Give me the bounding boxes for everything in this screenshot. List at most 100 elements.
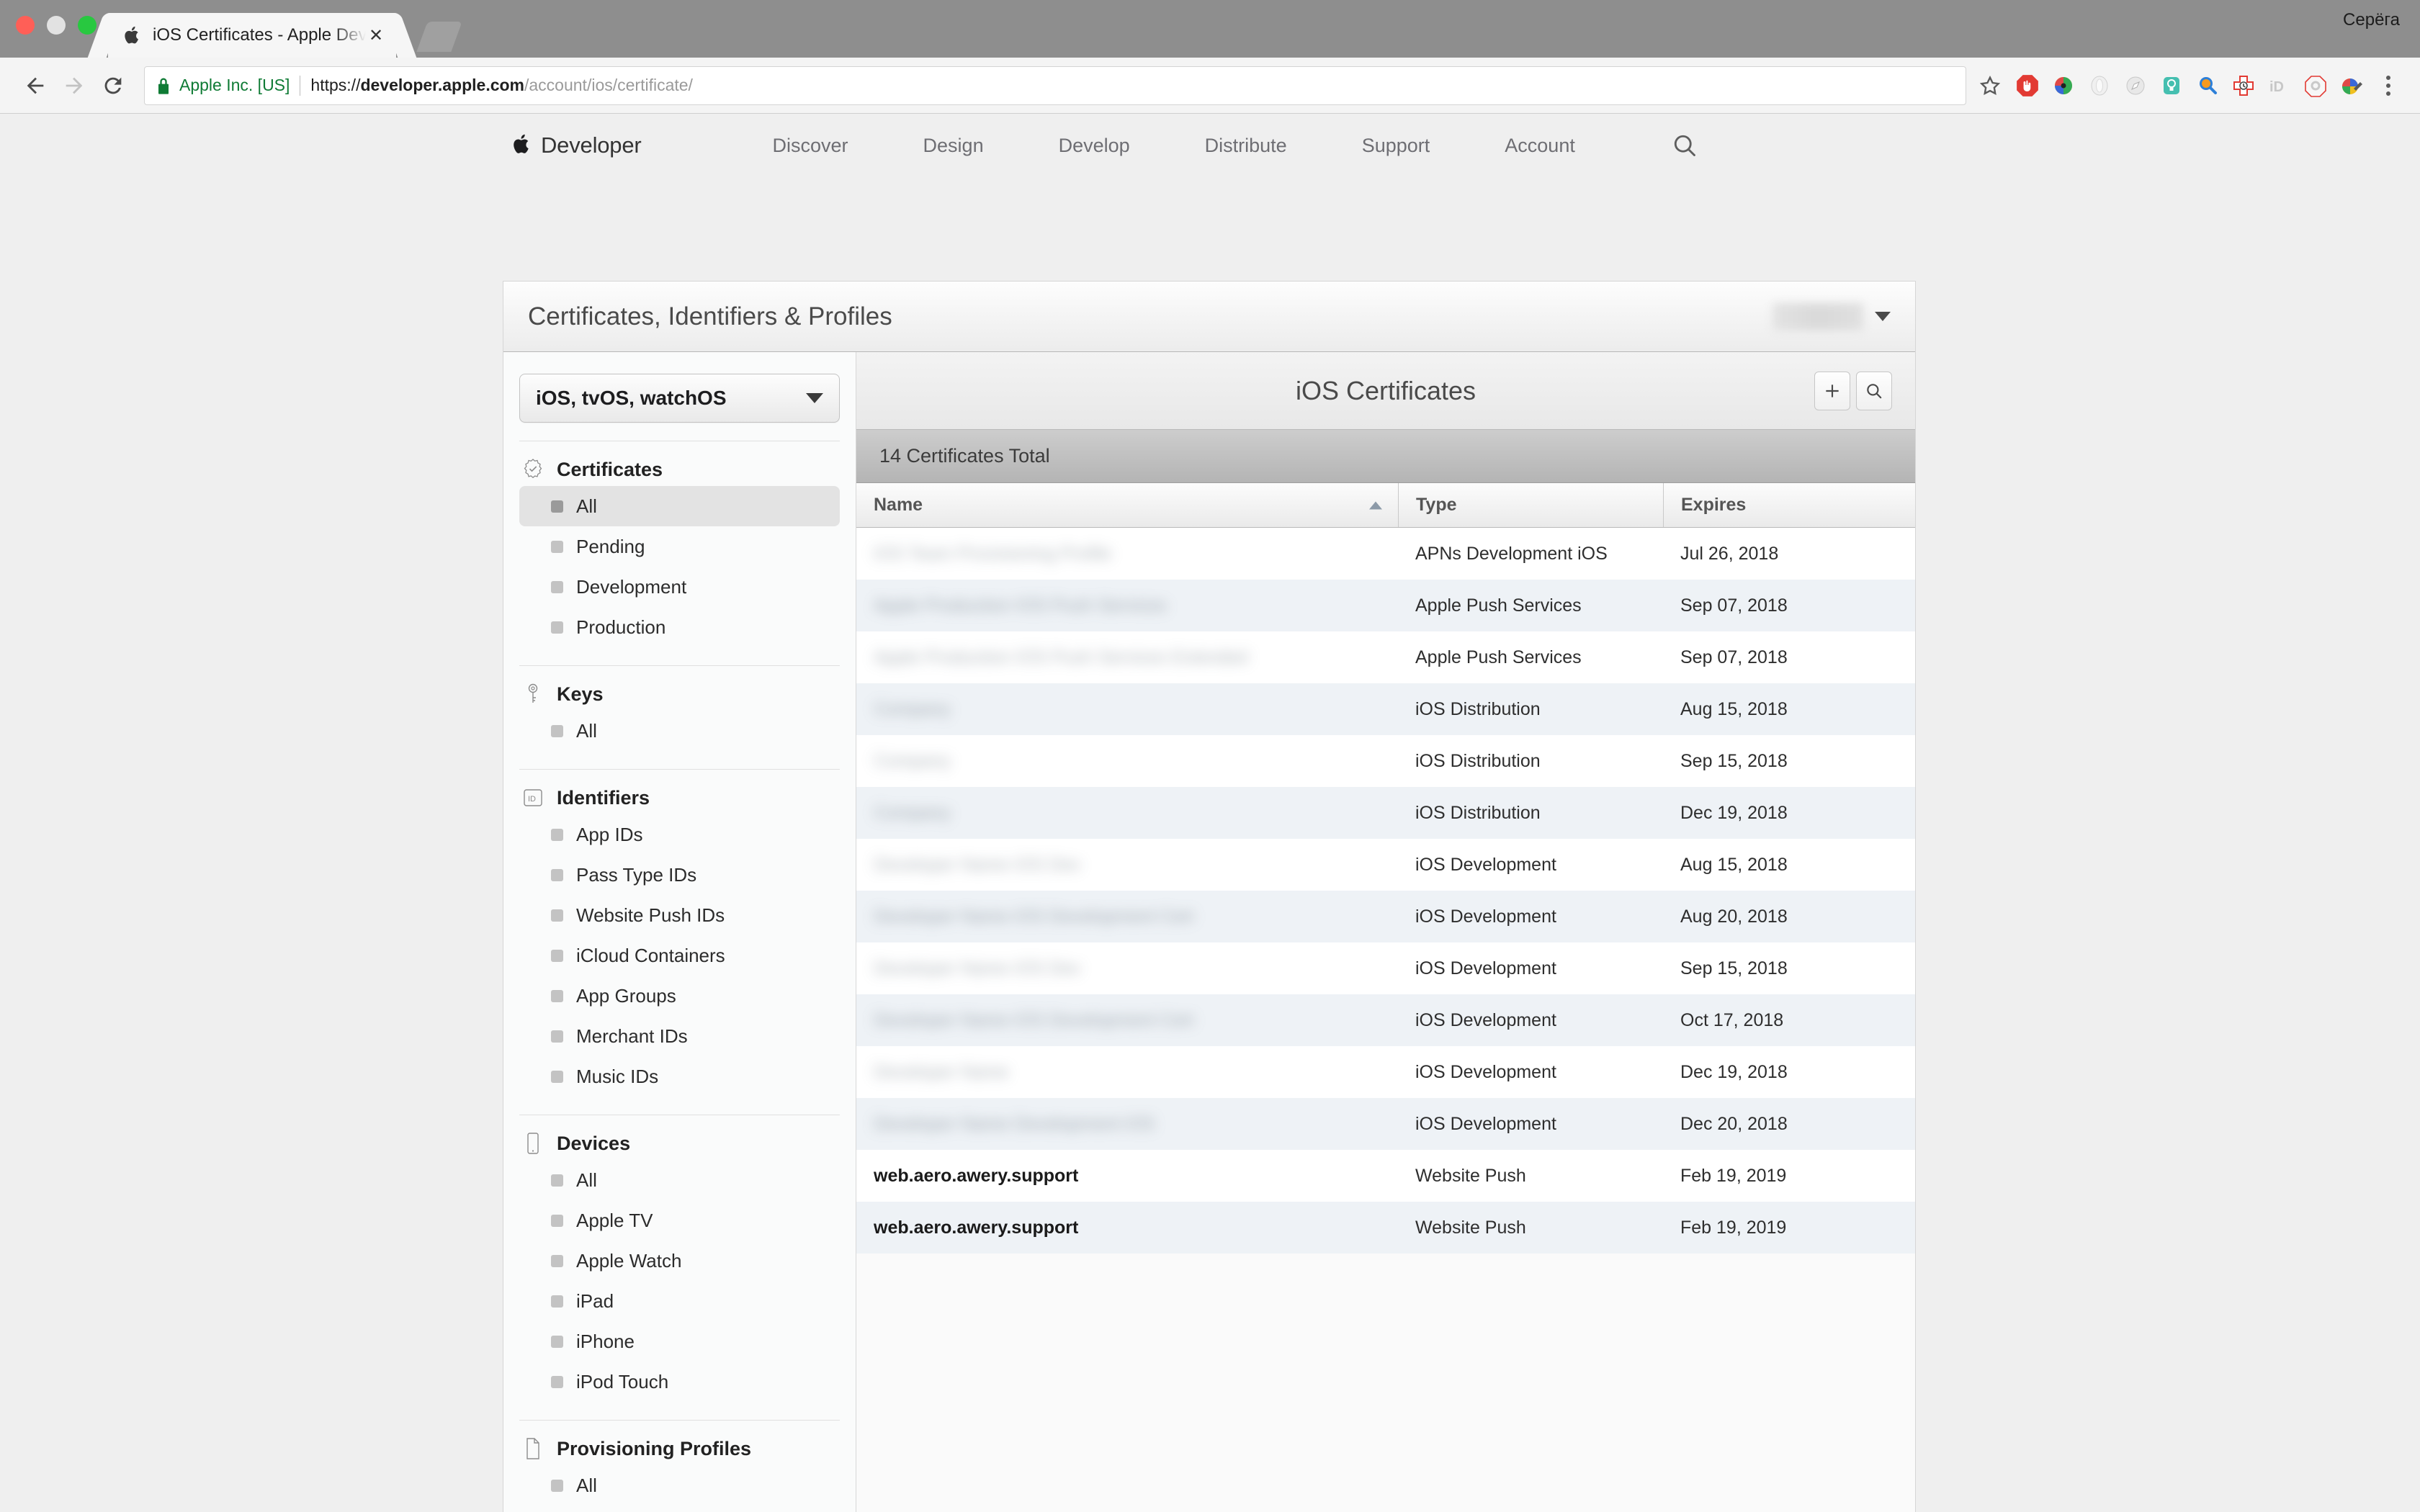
kebab-menu-icon[interactable] [2372, 76, 2404, 96]
cell-type: Apple Push Services [1398, 631, 1663, 683]
reload-icon[interactable] [94, 66, 133, 105]
nav-link-design[interactable]: Design [886, 135, 1021, 157]
back-icon[interactable] [16, 66, 55, 105]
chevron-down-icon [806, 393, 823, 403]
account-switcher[interactable] [1773, 303, 1891, 330]
sidebar-item-label: Apple TV [576, 1210, 653, 1232]
sidebar-item-website-push-ids[interactable]: Website Push IDs [519, 895, 840, 935]
table-header-row: Name Type Expires [856, 483, 1915, 528]
browser-tab[interactable]: iOS Certificates - Apple Develo ✕ [108, 13, 396, 58]
table-row[interactable]: web.aero.awery.supportWebsite PushFeb 19… [856, 1150, 1915, 1202]
table-row[interactable]: Apple Production IOS Push Services Exten… [856, 631, 1915, 683]
sidebar-item-label: iCloud Containers [576, 945, 725, 967]
search-icon[interactable] [1672, 132, 1698, 158]
sidebar-item-label: Pending [576, 536, 645, 558]
cell-expires: Feb 19, 2019 [1663, 1202, 1915, 1254]
cell-type: Website Push [1398, 1150, 1663, 1202]
bullet-icon [551, 869, 563, 881]
add-certificate-button[interactable] [1814, 372, 1850, 410]
new-tab-button[interactable] [416, 22, 462, 52]
id-icon[interactable]: iD [2264, 71, 2295, 101]
bullet-icon [551, 1336, 563, 1348]
table-row[interactable]: web.aero.awery.supportWebsite PushFeb 19… [856, 1202, 1915, 1254]
apple-logo-icon [513, 133, 532, 158]
sidebar-item-certificates-pending[interactable]: Pending [519, 526, 840, 567]
cell-type: iOS Distribution [1398, 787, 1663, 839]
os-selector[interactable]: iOS, tvOS, watchOS [519, 374, 840, 423]
compass-icon[interactable] [2120, 71, 2151, 101]
sidebar-item-iphone[interactable]: iPhone [519, 1321, 840, 1362]
sidebar-item-certificates-all[interactable]: All [519, 486, 840, 526]
sidebar-item-certificates-production[interactable]: Production [519, 607, 840, 647]
bullet-icon [551, 829, 563, 841]
chevron-down-icon[interactable] [1875, 312, 1891, 321]
inspector-icon[interactable] [2192, 71, 2223, 101]
table-row[interactable]: Developer Name iOS DeviOS DevelopmentSep… [856, 942, 1915, 994]
search-certificates-button[interactable] [1856, 372, 1892, 410]
table-row[interactable]: CompanyiOS DistributionDec 19, 2018 [856, 787, 1915, 839]
nav-link-support[interactable]: Support [1325, 135, 1468, 157]
sidebar-item-apple-watch[interactable]: Apple Watch [519, 1241, 840, 1281]
opera-icon[interactable] [2084, 71, 2115, 101]
sidebar-item-profiles-development[interactable]: Development [519, 1506, 840, 1512]
octagon-icon[interactable] [2300, 71, 2331, 101]
window-traffic-lights [16, 16, 97, 35]
sidebar-item-ipod-touch[interactable]: iPod Touch [519, 1362, 840, 1402]
cell-name: Developer Name iOS Development Cert [856, 994, 1398, 1046]
sidebar-item-icloud-containers[interactable]: iCloud Containers [519, 935, 840, 976]
window-minimize-button[interactable] [47, 16, 66, 35]
url-scheme: https:// [310, 76, 360, 94]
column-header-type[interactable]: Type [1398, 483, 1663, 527]
palette-icon[interactable] [2336, 71, 2367, 101]
nav-link-distribute[interactable]: Distribute [1168, 135, 1325, 157]
table-row[interactable]: Developer Name iOS Development CertiOS D… [856, 994, 1915, 1046]
column-header-expires[interactable]: Expires [1663, 483, 1915, 527]
color-picker-icon[interactable] [2048, 71, 2079, 101]
nav-link-account[interactable]: Account [1467, 135, 1613, 157]
sidebar-item-music-ids[interactable]: Music IDs [519, 1056, 840, 1097]
clock-plus-icon[interactable] [2228, 71, 2259, 101]
nav-link-discover[interactable]: Discover [735, 135, 886, 157]
sidebar-item-apple-tv[interactable]: Apple TV [519, 1200, 840, 1241]
chrome-profile-name[interactable]: Серёга [2343, 10, 2400, 30]
sidebar-group-title: Devices [557, 1133, 630, 1155]
browser-toolbar: Apple Inc. [US] https://developer.apple.… [0, 58, 2420, 114]
adblock-icon[interactable] [2012, 71, 2043, 101]
sidebar-item-devices-all[interactable]: All [519, 1160, 840, 1200]
table-row[interactable]: CompanyiOS DistributionSep 15, 2018 [856, 735, 1915, 787]
sidebar-item-ipad[interactable]: iPad [519, 1281, 840, 1321]
table-row[interactable]: Developer Name Development iOSiOS Develo… [856, 1098, 1915, 1150]
sidebar-item-app-ids[interactable]: App IDs [519, 814, 840, 855]
close-icon[interactable]: ✕ [366, 25, 386, 46]
cell-type: iOS Development [1398, 891, 1663, 942]
sidebar-item-pass-type-ids[interactable]: Pass Type IDs [519, 855, 840, 895]
certificates-count-label: 14 Certificates Total [879, 445, 1050, 467]
address-bar[interactable]: Apple Inc. [US] https://developer.apple.… [144, 66, 1966, 105]
column-header-name[interactable]: Name [856, 483, 1398, 527]
table-row[interactable]: Developer NameiOS DevelopmentDec 19, 201… [856, 1046, 1915, 1098]
sidebar-item-merchant-ids[interactable]: Merchant IDs [519, 1016, 840, 1056]
sidebar-item-certificates-development[interactable]: Development [519, 567, 840, 607]
bullet-icon [551, 1376, 563, 1388]
sidebar-item-keys-all[interactable]: All [519, 711, 840, 751]
certificate-name-redacted: Developer Name iOS Dev [874, 855, 1081, 876]
table-row[interactable]: iOS Team Provisioning ProfileAPNs Develo… [856, 528, 1915, 580]
sidebar-item-profiles-all[interactable]: All [519, 1465, 840, 1506]
forward-icon[interactable] [55, 66, 94, 105]
sidebar-item-app-groups[interactable]: App Groups [519, 976, 840, 1016]
table-row[interactable]: CompanyiOS DistributionAug 15, 2018 [856, 683, 1915, 735]
window-close-button[interactable] [16, 16, 35, 35]
nav-link-develop[interactable]: Develop [1021, 135, 1168, 157]
cell-type: Website Push [1398, 1202, 1663, 1254]
star-icon[interactable] [1973, 69, 2007, 102]
window-maximize-button[interactable] [78, 16, 97, 35]
table-row[interactable]: Developer Name iOS DeviOS DevelopmentAug… [856, 839, 1915, 891]
table-row[interactable]: Developer Name iOS Development CertiOS D… [856, 891, 1915, 942]
table-row[interactable]: Apple Production IOS Push ServicesApple … [856, 580, 1915, 631]
cell-expires: Dec 19, 2018 [1663, 1046, 1915, 1098]
cell-name: Company [856, 683, 1398, 735]
sidebar-group-identifiers: ID Identifiers [519, 770, 840, 814]
cell-expires: Sep 07, 2018 [1663, 580, 1915, 631]
lightbulb-icon[interactable] [2156, 71, 2187, 101]
developer-brand[interactable]: Developer [513, 132, 642, 158]
